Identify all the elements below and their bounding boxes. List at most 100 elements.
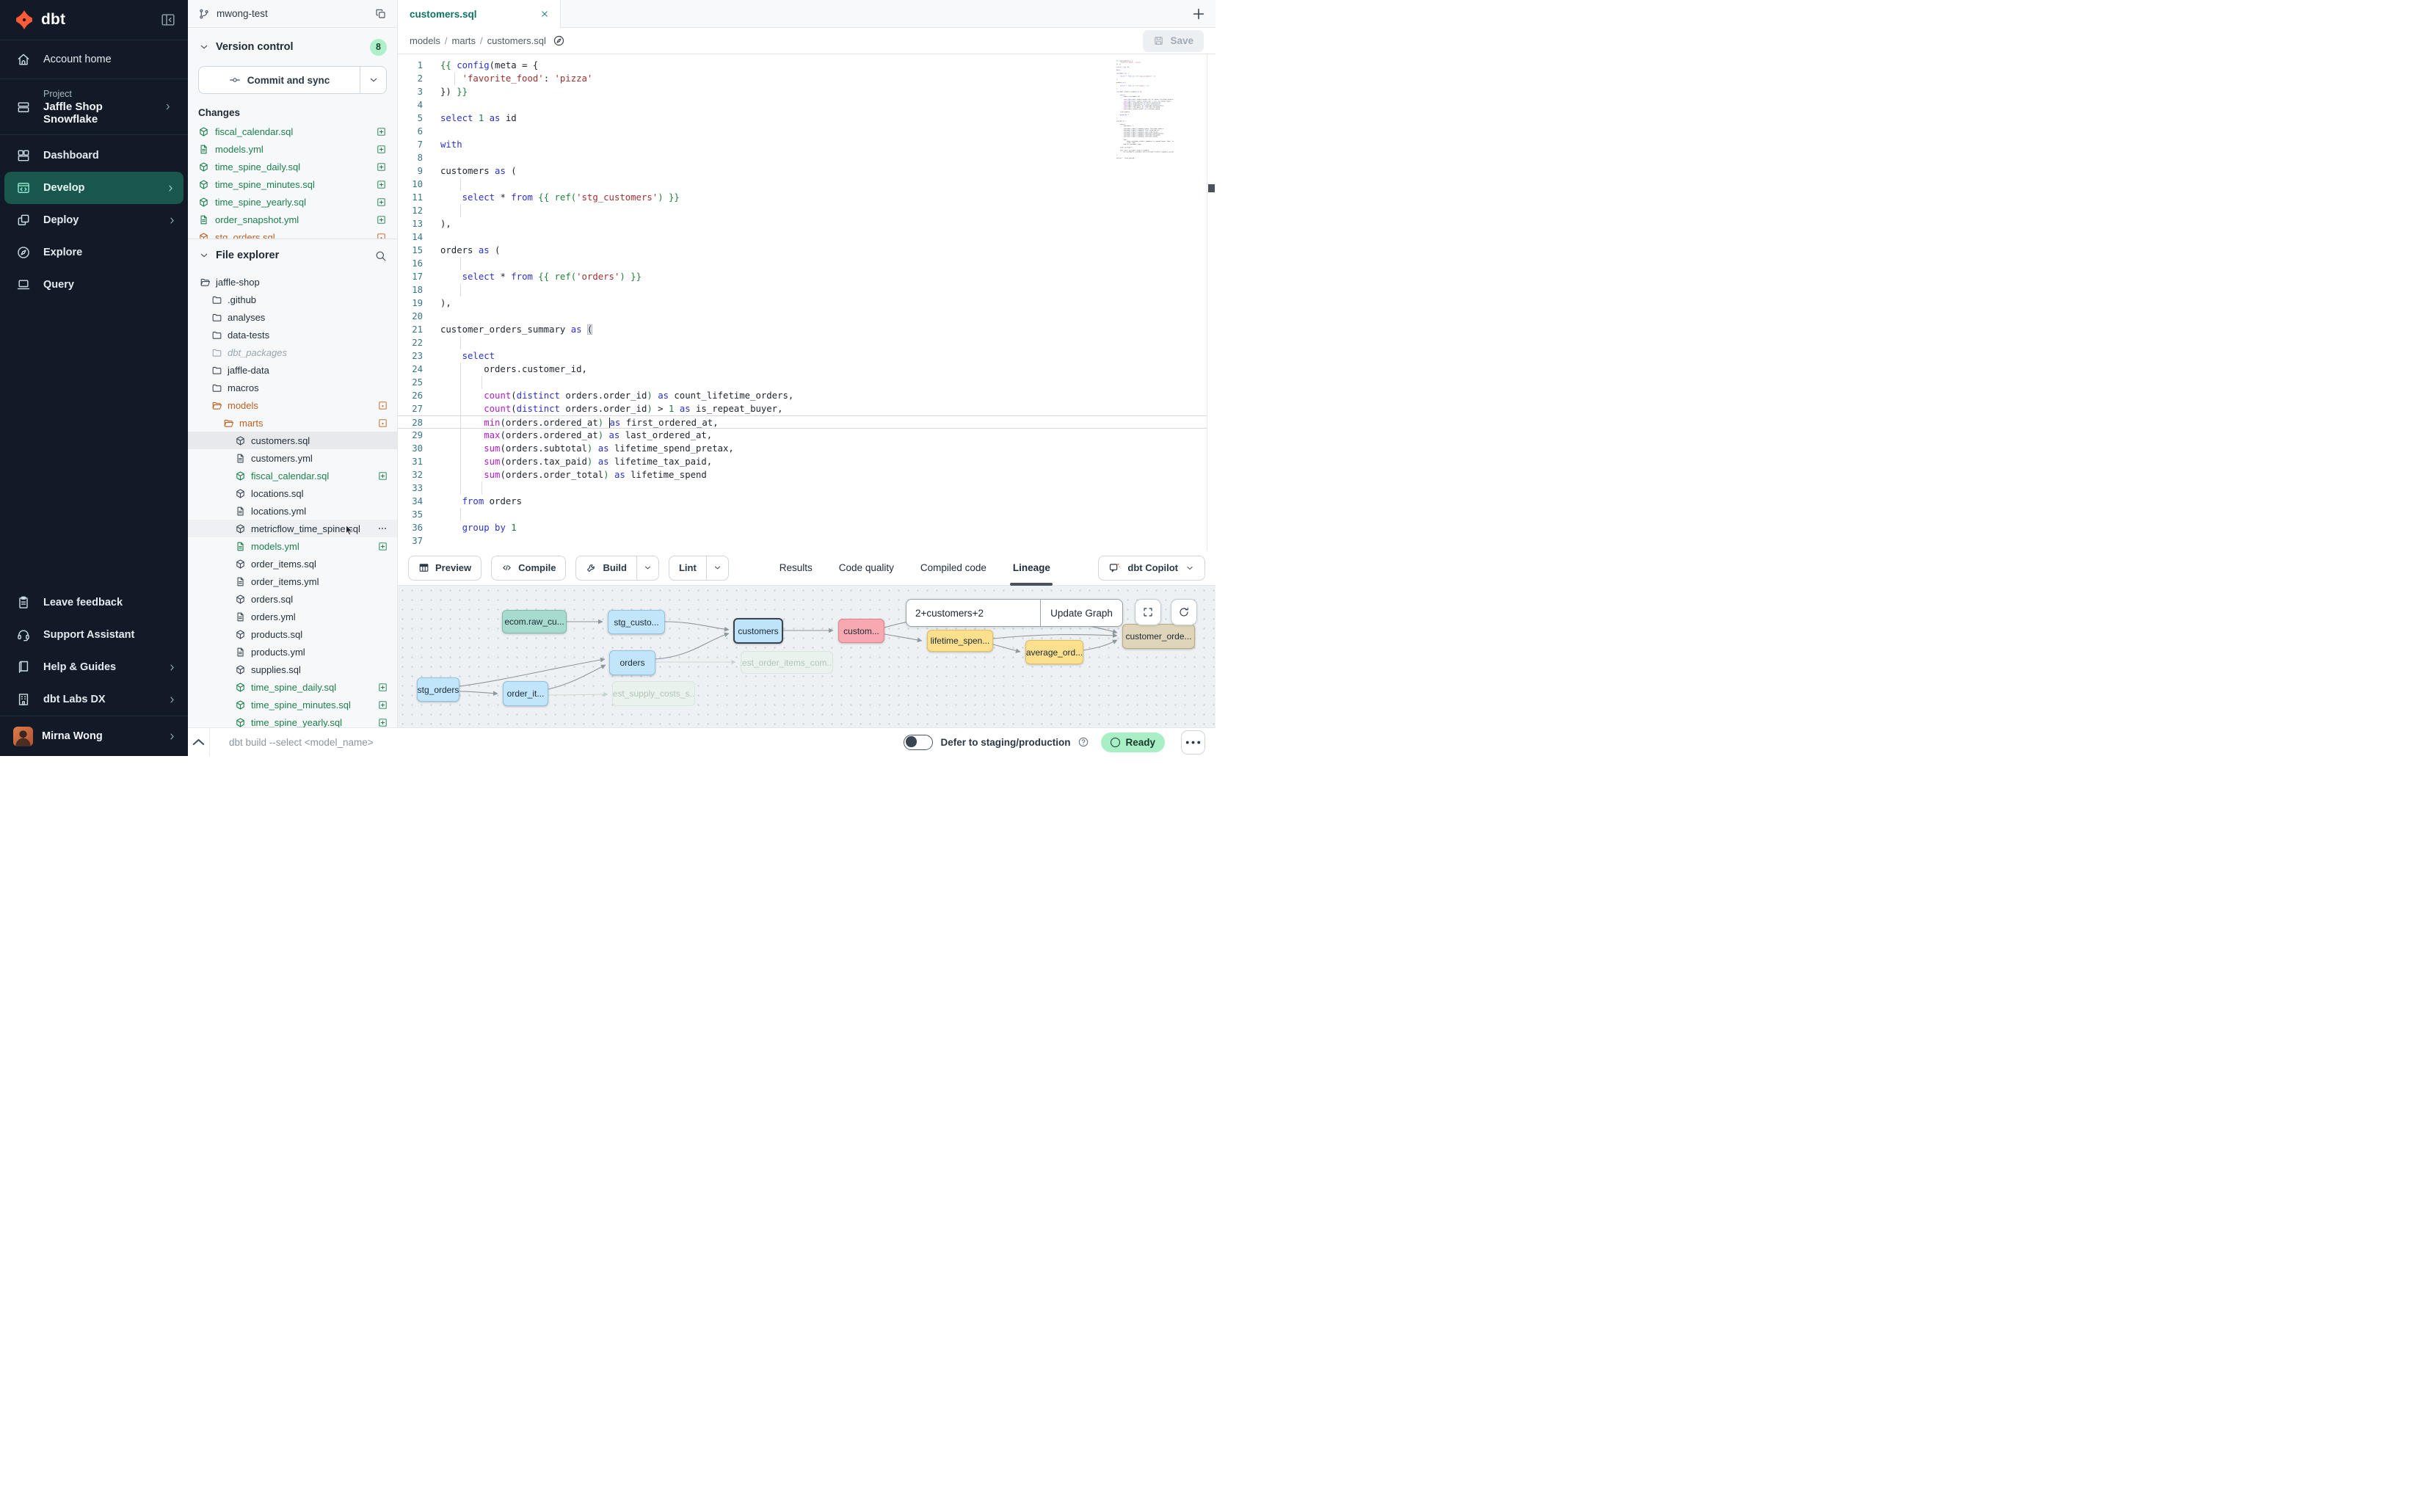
stage-plus-icon[interactable] — [377, 541, 388, 552]
stage-plus-icon[interactable] — [376, 214, 387, 225]
tree-item-analyses[interactable]: analyses — [188, 308, 397, 326]
stage-plus-icon[interactable] — [376, 144, 387, 155]
more-options-icon[interactable] — [377, 523, 388, 534]
search-icon[interactable] — [374, 250, 387, 262]
sidebar-item-dashboard[interactable]: Dashboard — [0, 139, 188, 172]
change-row[interactable]: time_spine_daily.sql — [188, 158, 397, 175]
breadcrumb-part[interactable]: customers.sql — [487, 35, 546, 46]
tree-item-customers-yml[interactable]: customers.yml — [188, 449, 397, 467]
tree-item-models[interactable]: models — [188, 396, 397, 414]
lint-options-button[interactable] — [706, 556, 728, 580]
tree-item-dbt-packages[interactable]: dbt_packages — [188, 344, 397, 361]
lineage-graph[interactable]: count_lifetim...test_order_items_com...t… — [398, 586, 1216, 727]
refresh-button[interactable] — [1171, 599, 1197, 625]
update-graph-button[interactable]: Update Graph — [1040, 600, 1122, 626]
change-row[interactable]: fiscal_calendar.sql — [188, 123, 397, 140]
lineage-node-customers[interactable]: customers — [733, 618, 783, 644]
commit-and-sync-button[interactable]: Commit and sync — [198, 66, 387, 94]
sidebar-item-dbt-labs-dx[interactable]: dbt Labs DX — [0, 683, 188, 716]
tree-item-orders-yml[interactable]: orders.yml — [188, 608, 397, 625]
tree-item-metricflow-time-spine-sql[interactable]: metricflow_time_spine.sql — [188, 520, 397, 537]
modified-dot-icon[interactable] — [377, 418, 388, 429]
tree-item-orders-sql[interactable]: orders.sql — [188, 590, 397, 608]
stage-plus-icon[interactable] — [377, 682, 388, 693]
change-row[interactable]: time_spine_yearly.sql — [188, 193, 397, 211]
lineage-node-stg-custo-[interactable]: stg_custo... — [608, 610, 665, 634]
tree-item-products-yml[interactable]: products.yml — [188, 643, 397, 661]
tab-customers-sql[interactable]: customers.sql — [398, 0, 561, 28]
sidebar-item-help-guides[interactable]: Help & Guides — [0, 651, 188, 683]
copy-icon[interactable] — [375, 8, 387, 20]
tree-item-order-items-sql[interactable]: order_items.sql — [188, 555, 397, 573]
tree-item-locations-sql[interactable]: locations.sql — [188, 484, 397, 502]
change-row[interactable]: stg_orders.sql — [188, 228, 397, 239]
tree-item-locations-yml[interactable]: locations.yml — [188, 502, 397, 520]
tree-item--github[interactable]: .github — [188, 291, 397, 308]
tree-item-time-spine-daily-sql[interactable]: time_spine_daily.sql — [188, 678, 397, 696]
user-menu[interactable]: Mirna Wong — [0, 716, 188, 756]
collapse-sidebar-icon[interactable] — [160, 12, 176, 28]
breadcrumb-part[interactable]: marts — [452, 35, 476, 46]
tree-item-jaffle-shop[interactable]: jaffle-shop — [188, 273, 397, 291]
sidebar-item-project[interactable]: ProjectJaffle Shop Snowflake — [0, 79, 188, 135]
build-options-button[interactable] — [636, 556, 658, 580]
sidebar-item-query[interactable]: Query — [0, 269, 188, 301]
defer-toggle[interactable] — [904, 735, 933, 750]
preview-button[interactable]: Preview — [408, 556, 482, 581]
build-button[interactable]: Build — [575, 556, 659, 581]
tab-lineage[interactable]: Lineage — [1013, 550, 1050, 586]
modified-dot-icon[interactable] — [377, 400, 388, 411]
sidebar-item-explore[interactable]: Explore — [0, 236, 188, 269]
tree-item-marts[interactable]: marts — [188, 414, 397, 432]
new-tab-button[interactable] — [1191, 6, 1207, 22]
tree-item-jaffle-data[interactable]: jaffle-data — [188, 361, 397, 379]
more-options-button[interactable] — [1181, 730, 1205, 755]
sidebar-item-deploy[interactable]: Deploy — [0, 204, 188, 236]
tree-item-models-yml[interactable]: models.yml — [188, 537, 397, 555]
sidebar-item-support-assistant[interactable]: Support Assistant — [0, 619, 188, 651]
fullscreen-button[interactable] — [1135, 599, 1161, 625]
tab-compiled-code[interactable]: Compiled code — [920, 550, 986, 586]
version-control-header[interactable]: Version control 8 — [188, 35, 397, 59]
change-row[interactable]: models.yml — [188, 140, 397, 158]
modified-dot-icon[interactable] — [376, 232, 387, 239]
lineage-node-orders[interactable]: orders — [609, 650, 655, 675]
tree-item-data-tests[interactable]: data-tests — [188, 326, 397, 344]
breadcrumb-part[interactable]: models — [410, 35, 440, 46]
lineage-node-order-it-[interactable]: order_it... — [503, 681, 548, 706]
help-circle-icon[interactable] — [1078, 736, 1089, 748]
ready-status-badge[interactable]: Ready — [1101, 733, 1165, 752]
save-button[interactable]: Save — [1143, 30, 1204, 52]
tree-item-time-spine-minutes-sql[interactable]: time_spine_minutes.sql — [188, 696, 397, 713]
stage-plus-icon[interactable] — [377, 717, 388, 728]
tree-item-order-items-yml[interactable]: order_items.yml — [188, 573, 397, 590]
scrollbar-thumb[interactable] — [1208, 184, 1215, 192]
tree-item-fiscal-calendar-sql[interactable]: fiscal_calendar.sql — [188, 467, 397, 484]
tab-code-quality[interactable]: Code quality — [839, 550, 894, 586]
tab-results[interactable]: Results — [780, 550, 813, 586]
stage-plus-icon[interactable] — [376, 197, 387, 208]
lint-button[interactable]: Lint — [669, 556, 729, 581]
close-icon[interactable] — [539, 9, 550, 19]
lineage-node-customer-orde-[interactable]: customer_orde... — [1122, 624, 1195, 649]
expand-command-bar-button[interactable] — [188, 728, 210, 756]
sidebar-item-leave-feedback[interactable]: Leave feedback — [0, 586, 188, 619]
tree-item-products-sql[interactable]: products.sql — [188, 625, 397, 643]
lineage-node-ecom-raw-cu-[interactable]: ecom.raw_cu... — [502, 610, 567, 633]
tree-item-customers-sql[interactable]: customers.sql — [188, 432, 397, 449]
breadcrumb[interactable]: models/marts/customers.sql — [410, 35, 546, 46]
tree-item-macros[interactable]: macros — [188, 379, 397, 396]
stage-plus-icon[interactable] — [376, 179, 387, 190]
commit-options-button[interactable] — [360, 67, 386, 93]
dbt-copilot-button[interactable]: dbt Copilot — [1098, 556, 1205, 581]
lineage-node-stg-orders[interactable]: stg_orders — [417, 677, 459, 702]
stage-plus-icon[interactable] — [377, 470, 388, 481]
tree-item-supplies-sql[interactable]: supplies.sql — [188, 661, 397, 678]
lineage-node-custom-[interactable]: custom... — [838, 619, 884, 643]
lineage-node-lifetime-spen-[interactable]: lifetime_spen... — [927, 630, 993, 652]
editor-scrollbar[interactable] — [1207, 54, 1216, 550]
stage-plus-icon[interactable] — [377, 699, 388, 710]
lineage-node-average-ord-[interactable]: average_ord... — [1025, 640, 1083, 664]
file-explorer-header[interactable]: File explorer — [188, 242, 397, 269]
compile-button[interactable]: Compile — [491, 556, 566, 581]
